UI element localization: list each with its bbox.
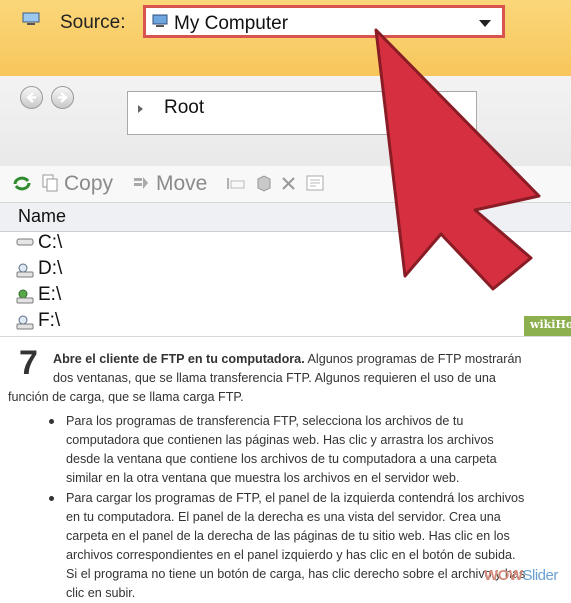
bullet-dot — [49, 419, 54, 424]
watermark: WOWSlider — [484, 567, 558, 584]
bullet-line: carpeta en el panel de la derecha de las… — [66, 529, 510, 543]
bullet-line: clic en subir. — [66, 586, 136, 600]
pointer-arrow-icon — [374, 28, 541, 291]
bullet-line: en tu computadora. El panel de la derech… — [66, 510, 501, 524]
bullet-line: similar en la otra ventana que muestra l… — [66, 471, 460, 485]
bullet-line: Para cargar los programas de FTP, el pan… — [66, 491, 525, 505]
bullet-line: Para los programas de transferencia FTP,… — [66, 414, 464, 428]
bullet-item: Para cargar los programas de FTP, el pan… — [49, 489, 526, 603]
watermark-a: WOW — [484, 567, 523, 584]
step-intro-line-2: dos ventanas, que se llama transferencia… — [53, 371, 496, 385]
bullet-line: archivos correspondientes en el panel iz… — [66, 548, 516, 562]
bullet-line: Si el programa no tiene un botón de carg… — [66, 567, 526, 581]
bullet-dot — [49, 496, 54, 501]
bullet-item: Para los programas de transferencia FTP,… — [49, 412, 497, 488]
step-intro-line-3: función de carga, que se llama carga FTP… — [8, 390, 244, 404]
watermark-b: Slider — [522, 567, 558, 584]
step-intro-line-1: Abre el cliente de FTP en tu computadora… — [53, 350, 521, 369]
step-number: 7 — [19, 344, 38, 382]
bullet-line: desde la ventana que contiene los archiv… — [66, 452, 497, 466]
ftp-client-screenshot: Source: My Computer Root Copy Move Name … — [0, 0, 571, 337]
bullet-line: computadora que contienen las páginas we… — [66, 433, 494, 447]
step-lead-rest: Algunos programas de FTP mostrarán — [304, 352, 522, 366]
step-lead-bold: Abre el cliente de FTP en tu computadora… — [53, 352, 305, 366]
